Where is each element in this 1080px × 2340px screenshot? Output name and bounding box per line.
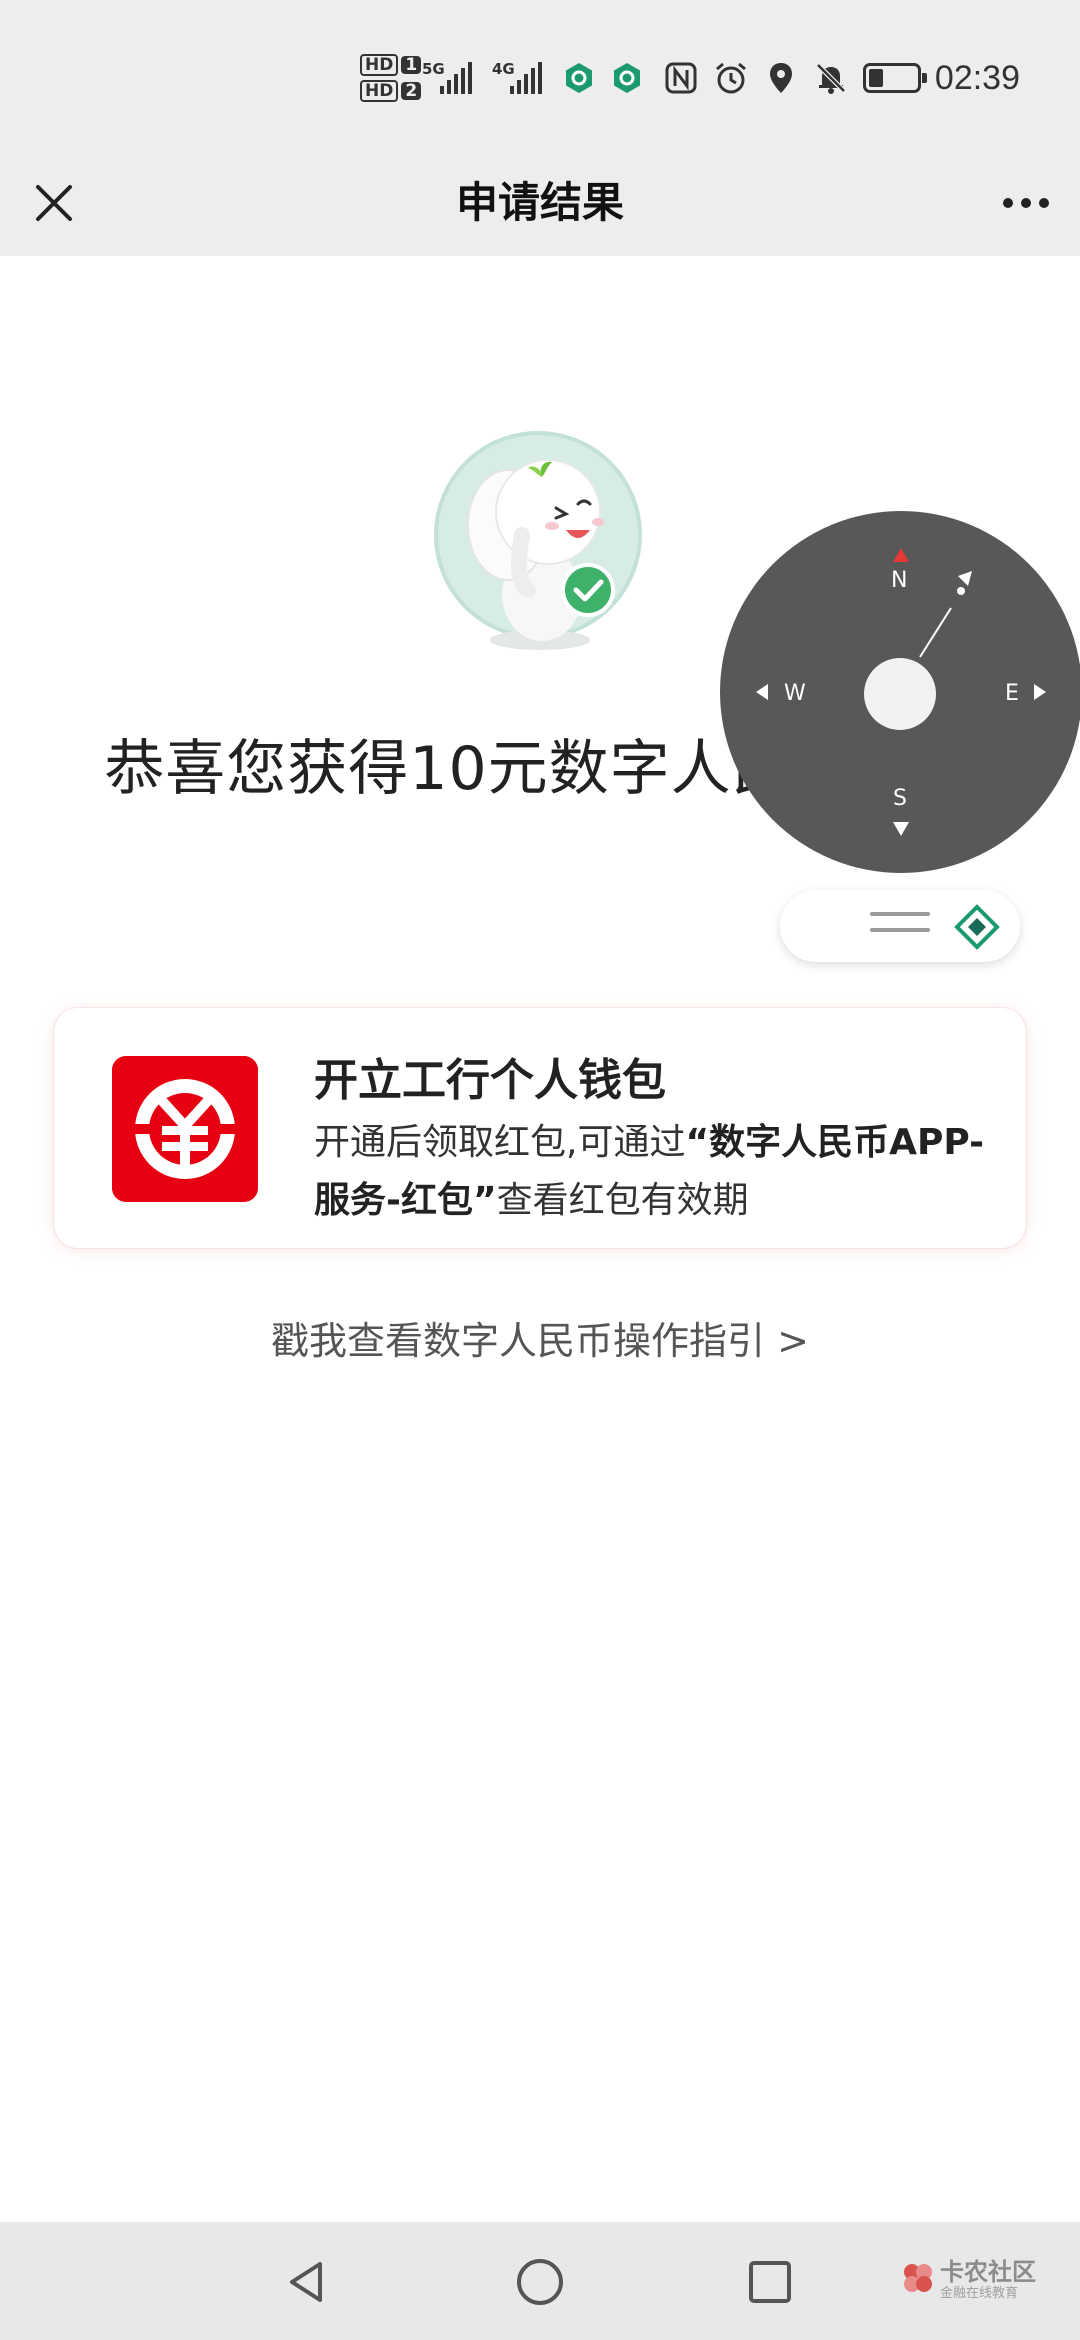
floating-toolbar[interactable] [780, 890, 1020, 962]
navigation-diamond-icon[interactable] [954, 904, 1000, 950]
battery-level [868, 69, 883, 87]
home-icon[interactable] [510, 2252, 570, 2312]
digital-rmb-logo-icon [112, 1056, 258, 1202]
signal-4g-icon: 4G [492, 58, 548, 98]
app-screen: HD 1 HD 2 5G 4G 02:39 申请结果 恭喜您获得10元数字人民币… [0, 0, 1080, 2340]
app-badge-icon [566, 63, 592, 93]
title-bar: 申请结果 [0, 150, 1080, 256]
open-wallet-card[interactable]: 开立工行个人钱包 开通后领取红包,可通过“数字人民币APP-服务-红包”查看红包… [54, 1008, 1026, 1248]
sim-indicators: HD 1 HD 2 [360, 48, 422, 108]
sim2-indicator: HD 2 [360, 80, 422, 102]
watermark-logo-icon [904, 2264, 932, 2292]
more-icon[interactable] [996, 179, 1056, 227]
menu-lines-icon[interactable] [870, 912, 930, 940]
wallet-desc-suffix: 查看红包有效期 [496, 1180, 749, 1221]
app-badge-icon [614, 63, 640, 93]
sim1-number: 1 [401, 56, 422, 74]
signal-group: 5G 4G [422, 48, 644, 108]
sim1-hd-label: HD [360, 54, 399, 76]
location-icon [769, 63, 792, 93]
clock: 02:39 [934, 58, 1020, 97]
watermark: 卡农社区 金融在线教育 [900, 2250, 1060, 2310]
sim1-indicator: HD 1 [360, 54, 422, 76]
wallet-card-title: 开立工行个人钱包 [314, 1055, 666, 1106]
signal-5g-icon: 5G [422, 58, 478, 98]
back-icon[interactable] [278, 2252, 338, 2312]
compass-widget[interactable]: N W E S [720, 511, 1080, 873]
wallet-card-description: 开通后领取红包,可通过“数字人民币APP-服务-红包”查看红包有效期 [314, 1114, 994, 1230]
battery-icon [862, 63, 927, 93]
status-right: 02:39 [663, 48, 1020, 108]
sim2-number: 2 [401, 82, 422, 100]
compass-east-label: E [1005, 681, 1019, 706]
alarm-icon [715, 62, 746, 94]
nfc-icon [665, 62, 697, 94]
page-title: 申请结果 [455, 178, 624, 227]
compass-knob[interactable] [864, 658, 936, 730]
recent-apps-icon[interactable] [740, 2252, 800, 2312]
close-icon[interactable] [26, 175, 82, 231]
compass-south-label: S [893, 786, 907, 811]
compass-north-label: N [891, 568, 908, 593]
watermark-subtext: 金融在线教育 [940, 2286, 1019, 2301]
elephant-mascot-image [434, 431, 642, 650]
compass-west-label: W [784, 681, 806, 706]
wallet-desc-prefix: 开通后领取红包,可通过 [314, 1122, 686, 1163]
system-nav-bar: 卡农社区 金融在线教育 [0, 2222, 1080, 2340]
mute-icon [816, 63, 846, 94]
operation-guide-link[interactable]: 戳我查看数字人民币操作指引 > [0, 1310, 1080, 1365]
sim2-hd-label: HD [360, 80, 399, 102]
status-bar: HD 1 HD 2 5G 4G 02:39 [0, 0, 1080, 150]
